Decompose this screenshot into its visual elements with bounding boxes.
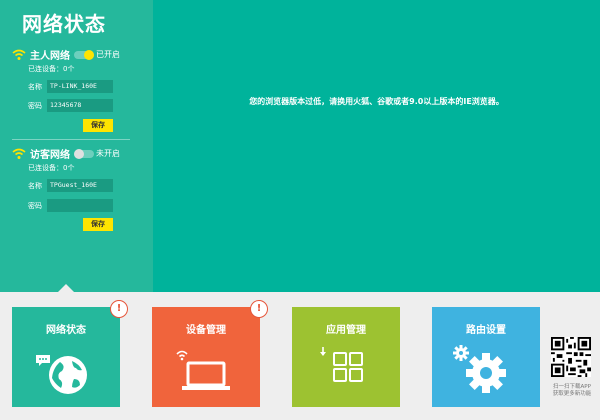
qr-caption: 扫一扫下载APP 获取更多新功能 [546, 384, 598, 398]
gear-icon [453, 345, 506, 393]
alert-badge: ! [110, 300, 128, 318]
browser-version-notice: 您的浏览器版本过低，请换用火狐、谷歌或者9.0以上版本的IE浏览器。 [249, 97, 504, 106]
guest-name-input[interactable]: TPGuest_160E [47, 179, 113, 192]
wifi-icon [12, 148, 26, 159]
divider [12, 139, 130, 140]
guest-password-input[interactable] [47, 199, 113, 212]
tile-label: 网络状态 [46, 325, 86, 336]
host-switch[interactable] [74, 49, 94, 60]
guest-status-text: 未开启 [96, 149, 120, 158]
wifi-icon [12, 49, 26, 60]
host-save-button[interactable]: 保存 [83, 119, 113, 132]
host-name-input[interactable]: TP-LINK_160E [47, 80, 113, 93]
tile-device-management[interactable]: ! 设备管理 [152, 300, 268, 407]
guest-switch[interactable] [74, 148, 94, 159]
main-content: 您的浏览器版本过低，请换用火狐、谷歌或者9.0以上版本的IE浏览器。 [153, 0, 600, 292]
guest-network-header: 访客网络 [12, 146, 70, 161]
qr-caption-line1: 扫一扫下载APP [553, 384, 591, 390]
globe-icon [36, 355, 87, 394]
host-password-label: 密码 [28, 102, 42, 110]
tile-app-management[interactable]: 应用管理 [292, 307, 400, 407]
laptop-icon [176, 350, 230, 390]
qr-code [551, 337, 591, 377]
host-network-label: 主人网络 [30, 51, 70, 62]
host-network-header: 主人网络 [12, 47, 70, 62]
guest-network-toggle[interactable]: 未开启 [74, 148, 120, 159]
host-name-label: 名称 [28, 83, 42, 91]
guest-devices-count: 已连设备：0个 [28, 164, 75, 172]
host-status-text: 已开启 [96, 50, 120, 59]
tile-router-settings[interactable]: 路由设置 [432, 307, 540, 407]
tile-label: 应用管理 [326, 325, 366, 336]
panel-title: 网络状态 [22, 12, 106, 36]
guest-name-label: 名称 [28, 182, 42, 190]
guest-password-label: 密码 [28, 202, 42, 210]
alert-badge: ! [250, 300, 268, 318]
guest-network-label: 访客网络 [30, 150, 70, 161]
active-tile-pointer [58, 284, 74, 292]
guest-save-button[interactable]: 保存 [83, 218, 113, 231]
tile-label: 设备管理 [186, 325, 226, 336]
host-network-toggle[interactable]: 已开启 [74, 49, 120, 60]
tile-label: 路由设置 [466, 325, 506, 336]
host-devices-count: 已连设备：0个 [28, 65, 75, 73]
network-status-panel: 网络状态 主人网络 已开启 已连设备：0个 名称 TP-LINK_160E 密码… [0, 0, 153, 292]
apps-grid-icon [320, 347, 363, 382]
host-password-input[interactable]: 12345678 [47, 99, 113, 112]
qr-caption-line2: 获取更多新功能 [552, 391, 592, 397]
tile-network-status[interactable]: ! 网络状态 [12, 300, 128, 407]
